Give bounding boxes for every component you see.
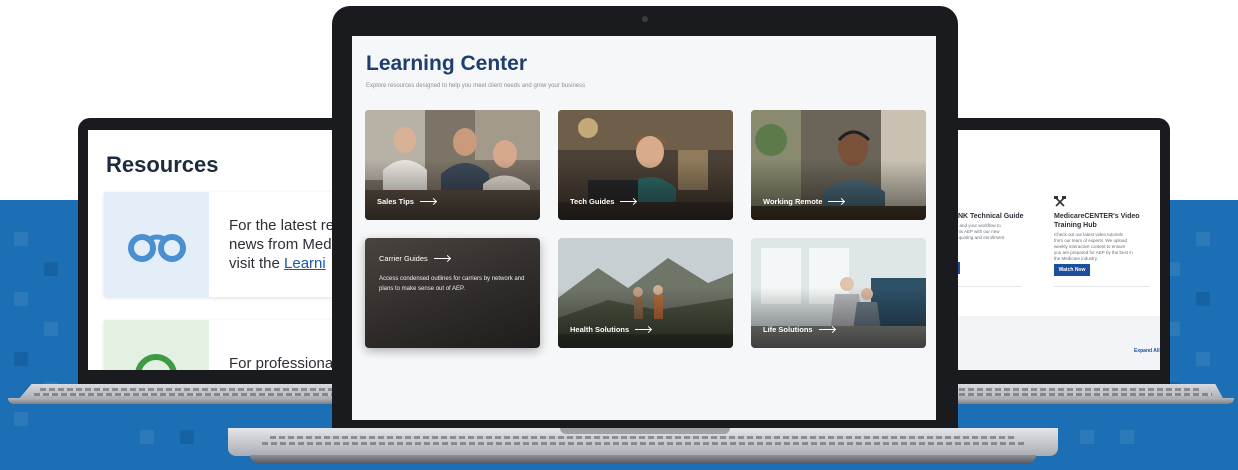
- left-laptop-screen: Resources For the latest re news from Me…: [88, 130, 350, 370]
- resource-card-learning[interactable]: For the latest re news from Med visit th…: [104, 192, 350, 297]
- card-title: Tech Guides: [570, 197, 615, 206]
- decor-square: [14, 292, 28, 306]
- resources-title: Resources: [106, 152, 219, 177]
- keyboard: [270, 436, 1016, 439]
- watch-now-button[interactable]: Watch Now: [1054, 264, 1090, 276]
- ring-icon: [135, 354, 177, 370]
- card-label: Sales Tips: [377, 197, 436, 206]
- card-health-solutions[interactable]: Health Solutions: [558, 238, 733, 348]
- keyboard: [40, 388, 340, 391]
- card-title: Health Solutions: [570, 325, 630, 334]
- arrow-right-icon: [635, 329, 652, 330]
- hub-title: Training Hub: [1054, 222, 1097, 229]
- marketing-hero: { "left_screen": { "title": "Resources",…: [0, 0, 1238, 470]
- decor-square: [14, 352, 28, 366]
- decor-square: [1196, 292, 1210, 306]
- decor-square: [1196, 352, 1210, 366]
- decor-square: [1080, 430, 1094, 444]
- card-label: Carrier Guides: [379, 254, 450, 263]
- professional-icon-tile: [104, 320, 209, 370]
- guide-text: t quoting and enrollment: [956, 235, 1005, 240]
- card-label: Life Solutions: [763, 325, 835, 334]
- arrow-right-icon: [620, 201, 637, 202]
- keyboard: [950, 393, 1212, 396]
- right-laptop-lip: [934, 398, 1234, 404]
- main-laptop-foot: [250, 455, 1036, 463]
- card-sales-tips[interactable]: Sales Tips: [365, 110, 540, 220]
- decor-square: [14, 232, 28, 246]
- resource-card-professional[interactable]: For professiona: [104, 320, 350, 370]
- card-title: Sales Tips: [377, 197, 414, 206]
- divider: [1054, 286, 1150, 287]
- card-carrier-guides[interactable]: Carrier Guides Access condensed outlines…: [365, 238, 540, 348]
- accordion-area: [940, 316, 1160, 370]
- decor-square: [44, 322, 58, 336]
- card-label: Working Remote: [763, 197, 845, 206]
- decor-square: [180, 430, 194, 444]
- card-working-remote[interactable]: Working Remote: [751, 110, 926, 220]
- card-label: Tech Guides: [570, 197, 637, 206]
- card-title: Life Solutions: [763, 325, 813, 334]
- guide-title: INK Technical Guide: [956, 213, 1024, 220]
- learning-center-link[interactable]: Learni: [284, 255, 326, 272]
- card-line-prefix: visit the: [229, 255, 285, 272]
- right-laptop-screen: INK Technical Guide s and your workflow …: [940, 130, 1160, 370]
- glasses-icon-tile: [104, 192, 209, 297]
- keyboard: [262, 442, 1024, 445]
- hub-text: the Medicare industry.: [1054, 256, 1098, 261]
- learning-center-screen: Learning Center Explore resources design…: [352, 36, 936, 420]
- decor-square: [44, 262, 58, 276]
- card-title: Carrier Guides: [379, 254, 428, 263]
- keyboard: [34, 393, 340, 396]
- card-tech-guides[interactable]: Tech Guides: [558, 110, 733, 220]
- tools-icon: [1054, 196, 1066, 207]
- arrow-right-icon: [818, 329, 835, 330]
- glasses-icon: [128, 234, 186, 262]
- webcam-icon: [642, 16, 648, 22]
- keyboard: [950, 388, 1200, 391]
- laptop-notch: [560, 428, 730, 434]
- hub-title: MedicareCENTER's Video: [1054, 213, 1140, 220]
- card-description: Access condensed outlines for carriers b…: [379, 276, 525, 292]
- expand-all-link[interactable]: Expand All: [1134, 348, 1160, 354]
- card-title: Working Remote: [763, 197, 823, 206]
- decor-square: [14, 412, 28, 426]
- decor-square: [1196, 232, 1210, 246]
- arrow-right-icon: [828, 201, 845, 202]
- decor-square: [1120, 430, 1134, 444]
- decor-square: [140, 430, 154, 444]
- arrow-right-icon: [433, 258, 450, 259]
- card-label: Health Solutions: [570, 325, 652, 334]
- left-laptop-lip: [8, 398, 358, 404]
- arrow-right-icon: [419, 201, 436, 202]
- page-title: Learning Center: [366, 52, 528, 75]
- page-subtitle: Explore resources designed to help you m…: [366, 83, 586, 89]
- card-life-solutions[interactable]: Life Solutions: [751, 238, 926, 348]
